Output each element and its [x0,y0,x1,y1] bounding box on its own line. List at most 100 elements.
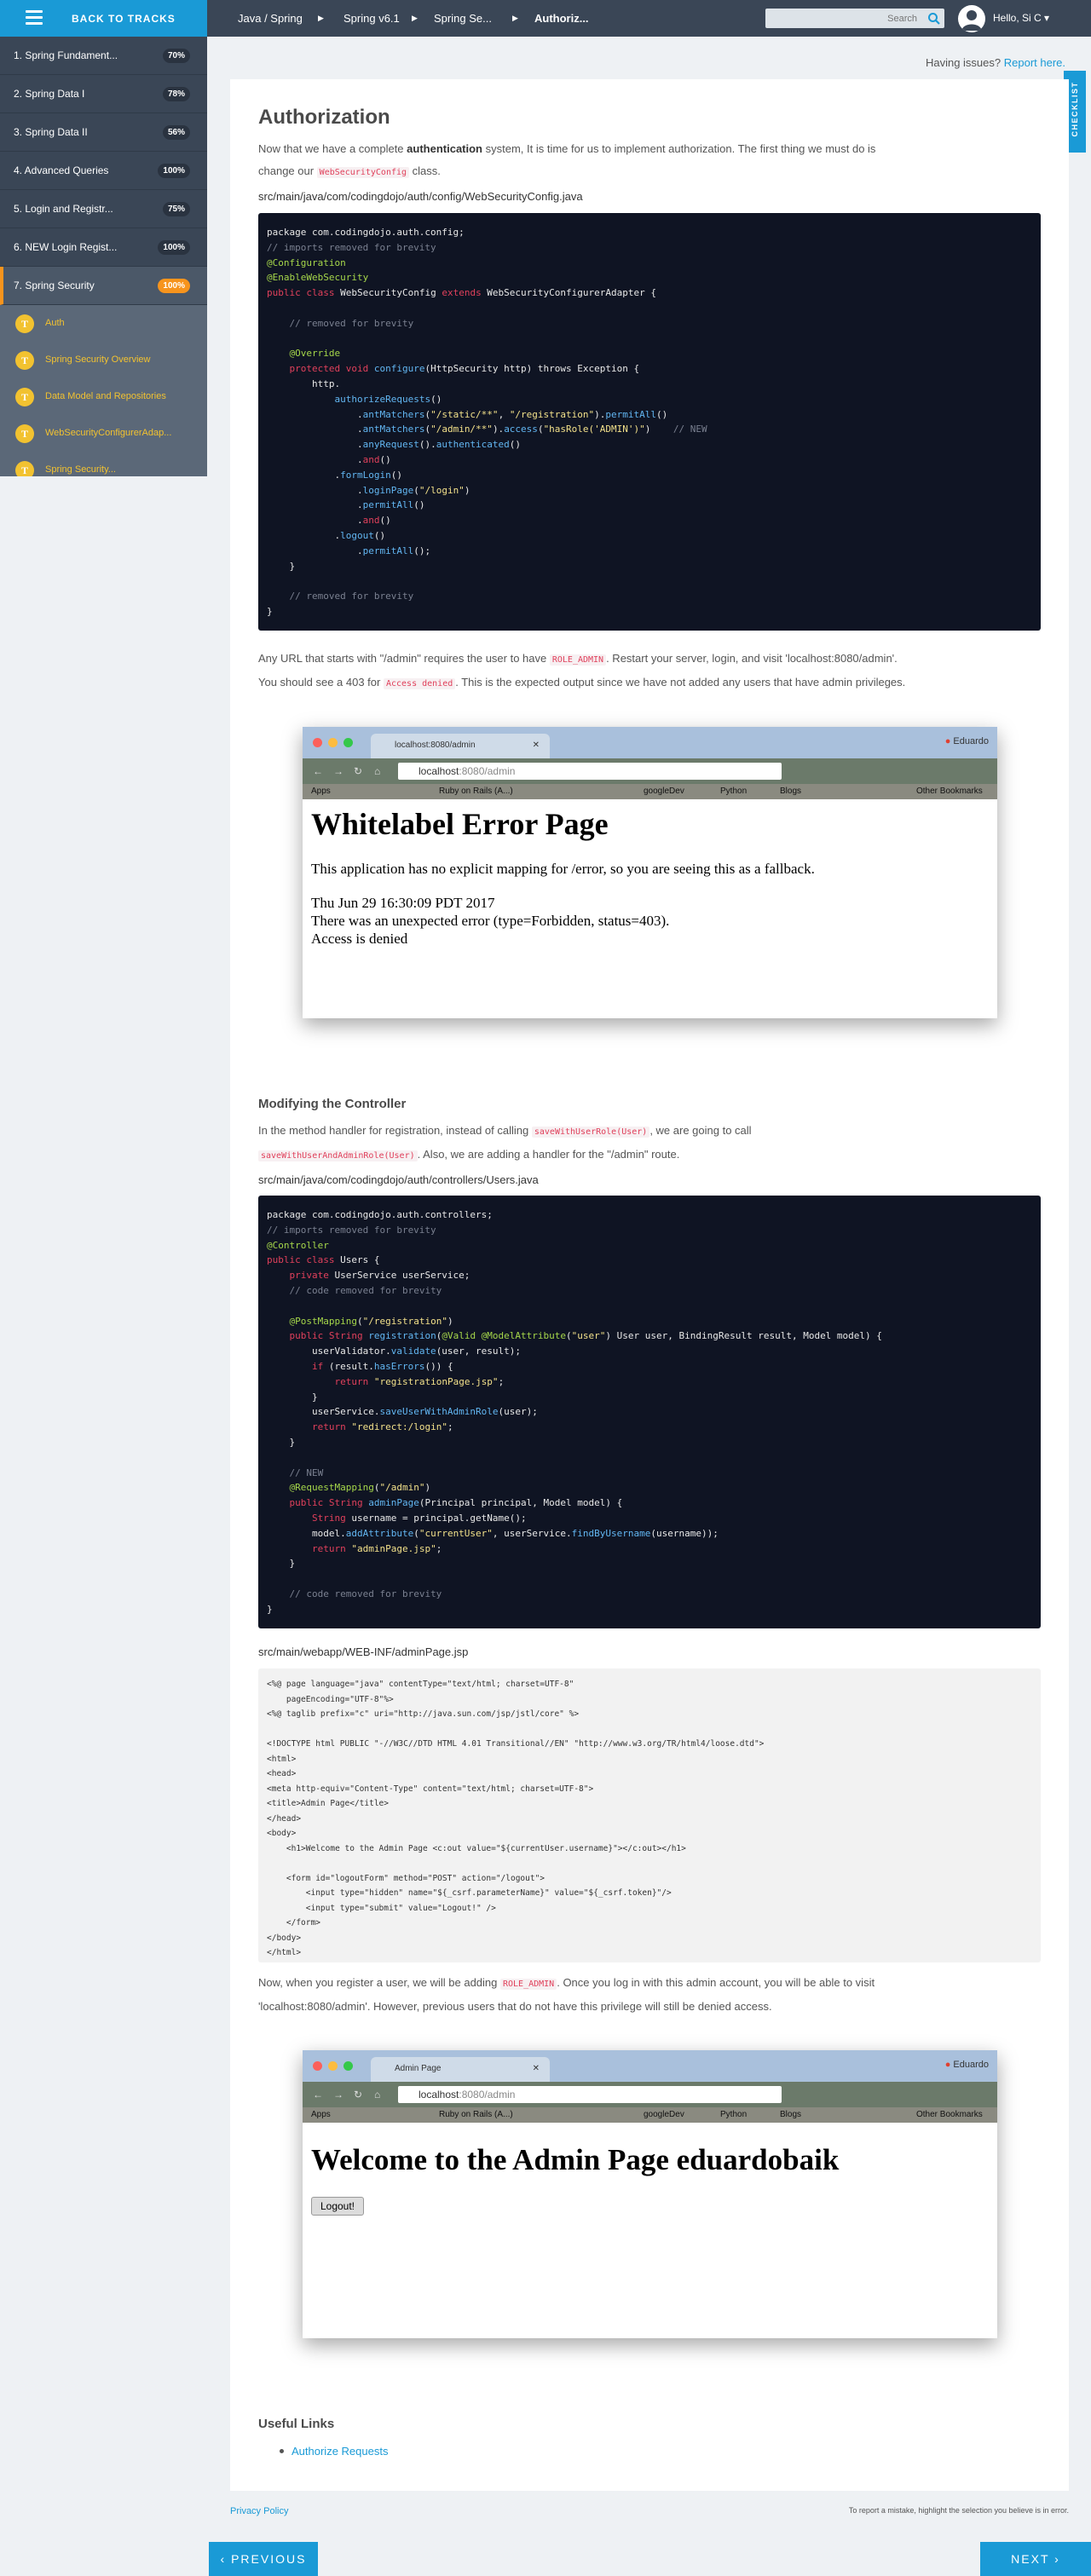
back-arrow-icon: ← [313,765,323,777]
home-icon: ⌂ [374,765,381,777]
progress-badge: 100% [158,240,190,255]
back-arrow-icon: ← [313,2089,323,2101]
sidebar-item-label: 4. Advanced Queries [14,164,109,176]
browser-profile: ● Eduardo [945,2060,989,2070]
sidebar-subitem-overview[interactable]: T Spring Security Overview [0,342,207,378]
sidebar-subitem-data-model[interactable]: T Data Model and Repositories [0,378,207,415]
close-dot-icon [313,738,322,747]
topic-icon: T [15,424,34,443]
sidebar-subitem-auth[interactable]: T Auth [0,305,207,342]
progress-badge: 70% [162,49,190,63]
inline-code: ROLE_ADMIN [500,1979,557,1990]
tab-title: localhost:8080/admin [395,741,476,750]
sidebar-item-spring-data-2[interactable]: 3. Spring Data II 56% [0,113,207,152]
forward-arrow-icon: → [333,2089,343,2101]
error-timestamp: Thu Jun 29 16:30:09 PDT 2017 [311,895,495,911]
browser-toolbar: ← → ↻ ⌂ localhost:8080/admin [303,758,997,784]
bullet-icon [280,2449,284,2453]
bookmark: Python [720,787,748,796]
browser-screenshot-admin: Admin Page ✕ ● Eduardo ← → ↻ ⌂ localhost:… [303,2050,997,2338]
sidebar-subitem-label: Auth [45,318,65,328]
user-icon [961,10,982,31]
url-host: localhost [419,765,459,777]
hamburger-icon [26,10,43,26]
url-path: :8080/admin [459,2089,516,2101]
privacy-policy-link[interactable]: Privacy Policy [230,2506,288,2516]
sidebar-item-spring-security[interactable]: 7. Spring Security 100% [0,267,207,305]
text: Now that we have a complete [258,142,407,155]
reload-icon: ↻ [354,2089,363,2101]
bookmark: googleDev [644,2110,684,2119]
sidebar-subitem-label: Data Model and Repositories [45,391,166,401]
text: Any URL that starts with "/admin" requir… [258,652,550,665]
useful-links-heading: Useful Links [258,2417,335,2431]
sidebar-item-label: 3. Spring Data II [14,126,88,138]
chevron-right-icon: › [1054,2552,1060,2566]
text: system, It is time for us to implement a… [482,142,876,155]
bookmark: Blogs [780,2110,802,2119]
sidebar-item-label: 2. Spring Data I [14,88,85,100]
error-line: This application has no explicit mapping… [311,861,815,877]
text: . This is the expected output since we h… [455,676,906,689]
sidebar-item-spring-data-1[interactable]: 2. Spring Data I 78% [0,75,207,113]
next-button[interactable]: NEXT › [980,2542,1091,2576]
search-box [765,9,944,28]
home-icon: ⌂ [374,2089,381,2101]
search-icon[interactable] [927,12,941,26]
sidebar-item-spring-fundamentals[interactable]: 1. Spring Fundament... 70% [0,37,207,75]
chevron-left-icon: ‹ [220,2552,227,2566]
breadcrumb-spring-version[interactable]: Spring v6.1 [343,0,400,37]
back-to-tracks-label: BACK TO TRACKS [72,13,176,25]
back-to-tracks-button[interactable]: BACK TO TRACKS [0,0,207,37]
admin-heading: Welcome to the Admin Page eduardobaik [311,2143,840,2176]
section-heading-modifying-controller: Modifying the Controller [258,1097,407,1111]
code-block-websecurityconfig: package com.codingdojo.auth.config; // i… [258,213,1041,631]
user-menu[interactable]: Hello, Si C ▾ [993,12,1049,24]
search-input[interactable] [765,9,924,28]
close-icon: ✕ [532,2064,540,2073]
explanation-paragraph: Any URL that starts with "/admin" requir… [258,648,1042,695]
text: change our [258,164,317,177]
previous-button[interactable]: ‹ PREVIOUS [209,2542,318,2576]
text: 'localhost:8080/admin'. However, previou… [258,2000,772,2013]
bookmark: Apps [311,787,331,796]
address-bar: localhost:8080/admin [398,2086,782,2103]
bookmark: Ruby on Rails (A...) [439,787,513,796]
logout-button: Logout! [311,2197,364,2216]
file-path: src/main/webapp/WEB-INF/adminPage.jsp [258,1645,469,1658]
sidebar-item-advanced-queries[interactable]: 4. Advanced Queries 100% [0,152,207,190]
inline-code: Access denied [383,678,456,689]
previous-label: PREVIOUS [231,2552,307,2566]
bookmarks-bar: Apps Ruby on Rails (A...) googleDev Pyth… [303,2107,997,2123]
minimize-dot-icon [328,2061,338,2071]
bookmark: Other Bookmarks [916,2110,983,2119]
avatar[interactable] [958,5,985,32]
sidebar-subitem-configurer[interactable]: T WebSecurityConfigurerAdap... [0,415,207,452]
topic-icon: T [15,461,34,476]
breadcrumb-java-spring[interactable]: Java / Spring [238,0,303,37]
issues-text: Having issues? [925,56,1002,69]
authorize-requests-link[interactable]: Authorize Requests [292,2445,388,2458]
sidebar-subitem-next[interactable]: T Spring Security... [0,452,207,476]
maximize-dot-icon [343,738,353,747]
topic-icon: T [15,314,34,333]
inline-code: WebSecurityConfig [316,167,410,178]
sidebar-item-label: 5. Login and Registr... [14,203,113,215]
sidebar-item-login-registration[interactable]: 5. Login and Registr... 75% [0,190,207,228]
browser-titlebar: localhost:8080/admin ✕ ● Eduardo [303,727,997,758]
chevron-right-icon: ▶ [318,14,324,22]
profile-icon: ● [944,736,951,746]
bookmark: Blogs [780,787,802,796]
report-link[interactable]: Report here. [1004,56,1065,69]
bold-text: authentication [407,142,482,155]
breadcrumb-spring-security[interactable]: Spring Se... [434,0,492,37]
sidebar-item-new-login-registration[interactable]: 6. NEW Login Regist... 100% [0,228,207,267]
checklist-label: CHECKLIST [1071,81,1079,137]
maximize-dot-icon [343,2061,353,2071]
browser-titlebar: Admin Page ✕ ● Eduardo [303,2050,997,2082]
text: You should see a 403 for [258,676,384,689]
progress-badge: 75% [162,202,190,216]
text: . Restart your server, login, and visit … [606,652,898,665]
intro-paragraph: Now that we have a complete authenticati… [258,138,1042,184]
sidebar-item-label: 6. NEW Login Regist... [14,241,118,253]
